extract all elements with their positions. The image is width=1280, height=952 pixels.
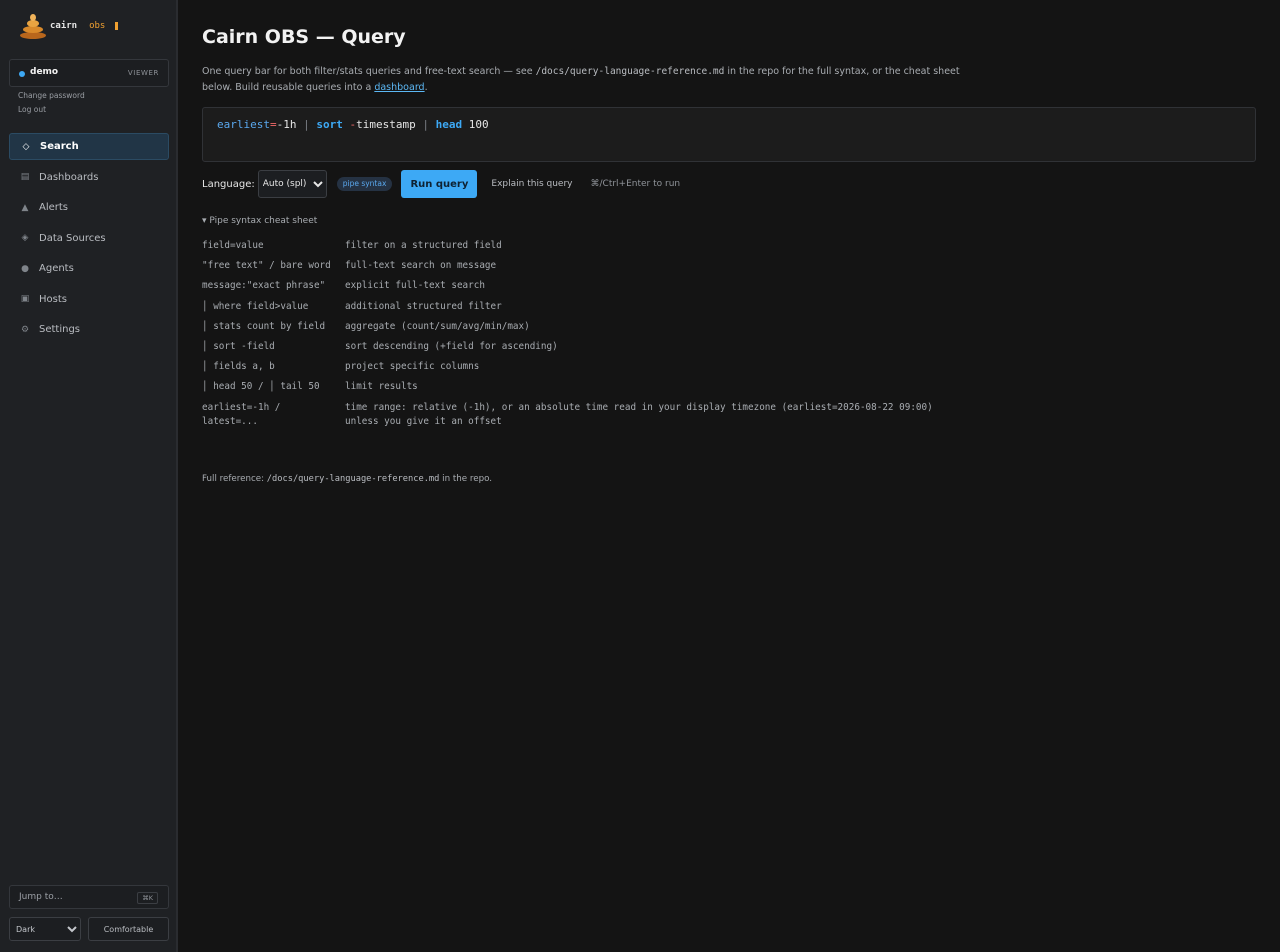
dashboard-link[interactable]: dashboard <box>374 82 424 93</box>
cheat-sheet-row: │ head 50 / │ tail 50 limit results <box>202 380 945 400</box>
data-source-icon: ◈ <box>21 233 29 243</box>
status-dot-icon <box>19 71 25 77</box>
query-token-pipe: | <box>303 118 310 131</box>
intro-part-3: . <box>424 82 428 93</box>
cursor-icon <box>115 22 119 30</box>
cheat-sheet-row: │ fields a, b project specific columns <box>202 360 945 380</box>
brand-name: cairn <box>50 21 78 31</box>
query-token-value: 100 <box>468 118 489 131</box>
query-token-field: timestamp <box>356 118 416 131</box>
main-content: Cairn OBS — Query One query bar for both… <box>180 0 1280 952</box>
sidebar-item-search[interactable]: ◇ Search <box>9 133 169 160</box>
user-name: demo <box>30 67 59 77</box>
sidebar-item-label: Hosts <box>39 293 67 305</box>
query-token-value: -1h <box>276 118 297 131</box>
language-label: Language: <box>202 178 255 190</box>
run-query-button[interactable]: Run query <box>401 170 478 198</box>
footer-part-1: Full reference: <box>202 474 267 484</box>
cheat-sheet-row: "free text" / bare word full-text search … <box>202 259 945 279</box>
query-editor[interactable]: earliest=-1h | sort -timestamp | head 10… <box>202 107 1256 162</box>
brand-subtitle: obs <box>89 21 106 31</box>
run-shortcut-hint: ⌘/Ctrl+Enter to run <box>590 179 681 189</box>
sidebar-item-label: Dashboards <box>39 171 99 183</box>
cheat-sheet-row: message:"exact phrase" explicit full-text… <box>202 279 945 299</box>
user-role-badge: VIEWER <box>127 69 159 77</box>
intro-doc-path: /docs/query-language-reference.md <box>535 66 725 77</box>
intro-part-1: One query bar for both filter/stats quer… <box>202 66 536 77</box>
jump-to-label: Jump to… <box>19 892 63 902</box>
cheat-sheet-title: Pipe syntax cheat sheet <box>209 216 318 226</box>
cheat-description: project specific columns <box>345 361 480 373</box>
cheat-syntax: │ fields a, b <box>202 361 275 373</box>
change-password-link[interactable]: Change password <box>18 91 85 100</box>
sidebar: cairn obs demo VIEWER Change password Lo… <box>0 0 178 952</box>
cheat-syntax: field=value <box>202 240 264 251</box>
cheat-sheet-row: field=value filter on a structured field <box>202 239 945 259</box>
sidebar-item-label: Search <box>40 141 79 152</box>
query-token-field: earliest <box>217 118 270 131</box>
caret-down-icon: ▾ <box>202 216 207 226</box>
sidebar-item-dashboards[interactable]: ▤ Dashboards <box>9 164 169 191</box>
cheat-description: explicit full-text search <box>345 280 485 292</box>
cheat-description: time range: relative (-1h), or an absolu… <box>345 401 933 428</box>
user-card: demo VIEWER <box>9 59 169 87</box>
language-select[interactable]: Auto (spl) <box>257 170 327 198</box>
query-token-command: sort <box>316 118 343 131</box>
sidebar-item-data-sources[interactable]: ◈ Data Sources <box>9 225 169 252</box>
cheat-syntax: message:"exact phrase" <box>202 280 326 292</box>
alert-icon: ▲ <box>21 202 29 213</box>
gear-icon: ⚙ <box>20 324 30 335</box>
cheat-description: limit results <box>345 381 418 393</box>
sidebar-item-settings[interactable]: ⚙ Settings <box>9 316 169 343</box>
sidebar-item-label: Alerts <box>39 202 69 213</box>
agent-icon: ● <box>21 263 29 274</box>
intro-text: One query bar for both filter/stats quer… <box>202 64 982 96</box>
footer-part-2: in the repo. <box>439 474 493 484</box>
density-button[interactable]: Comfortable <box>88 917 169 941</box>
cheat-description: additional structured filter <box>345 300 502 312</box>
cheat-sheet-toggle[interactable]: ▾ Pipe syntax cheat sheet <box>202 216 317 226</box>
sidebar-item-label: Settings <box>39 324 81 335</box>
cheat-sheet-row: earliest=-1h / latest=... time range: rel… <box>202 401 945 436</box>
cheat-description: sort descending (+field for ascending) <box>345 340 558 352</box>
brand[interactable]: cairn obs <box>18 12 119 40</box>
cheat-syntax: │ head 50 / │ tail 50 <box>202 381 320 393</box>
cheat-description: full-text search on message <box>345 260 497 272</box>
query-token-pipe: | <box>422 118 429 131</box>
sidebar-item-label: Data Sources <box>39 232 106 244</box>
sidebar-item-alerts[interactable]: ▲ Alerts <box>9 194 169 221</box>
cheat-sheet-row: │ sort -field sort descending (+field for… <box>202 340 945 360</box>
page-title: Cairn OBS — Query <box>202 26 406 48</box>
cheat-sheet-row: │ stats count by field aggregate (count/s… <box>202 320 945 340</box>
footer-reference: Full reference: /docs/query-language-ref… <box>202 474 492 484</box>
sidebar-nav: ◇ Search ▤ Dashboards ▲ Alerts ◈ Data Sources ● A… <box>9 133 169 347</box>
cheat-syntax: earliest=-1h / latest=... <box>202 401 281 428</box>
query-token-operator: = <box>269 118 277 131</box>
cheat-sheet-table: field=value filter on a structured field "… <box>202 239 945 435</box>
cairn-logo-icon <box>18 12 48 40</box>
cheat-description: filter on a structured field <box>345 240 502 251</box>
cheat-syntax: │ sort -field <box>202 340 275 352</box>
footer-doc-path: /docs/query-language-reference.md <box>266 474 440 484</box>
syntax-badge: pipe syntax <box>336 177 393 191</box>
dashboard-icon: ▤ <box>20 172 30 182</box>
jump-to-button[interactable]: Jump to… ⌘K <box>9 885 169 909</box>
cheat-description: aggregate (count/sum/avg/min/max) <box>345 320 530 332</box>
cheat-syntax: │ stats count by field <box>202 320 326 332</box>
query-controls: Language: Auto (spl) pipe syntax Run que… <box>202 170 680 198</box>
sidebar-item-hosts[interactable]: ▣ Hosts <box>9 286 169 313</box>
sidebar-item-label: Agents <box>39 263 74 274</box>
theme-select[interactable]: Dark <box>9 917 81 941</box>
logout-link[interactable]: Log out <box>18 105 46 114</box>
cheat-syntax: "free text" / bare word <box>202 260 331 272</box>
host-icon: ▣ <box>20 294 30 304</box>
sidebar-item-agents[interactable]: ● Agents <box>9 255 169 282</box>
cheat-sheet-row: │ where field>value additional structured… <box>202 300 945 320</box>
explain-query-button[interactable]: Explain this query <box>491 179 572 189</box>
cheat-syntax: │ where field>value <box>202 300 309 312</box>
query-token-command: head <box>435 118 463 131</box>
jump-shortcut: ⌘K <box>137 892 158 904</box>
diamond-icon: ◇ <box>22 141 30 152</box>
